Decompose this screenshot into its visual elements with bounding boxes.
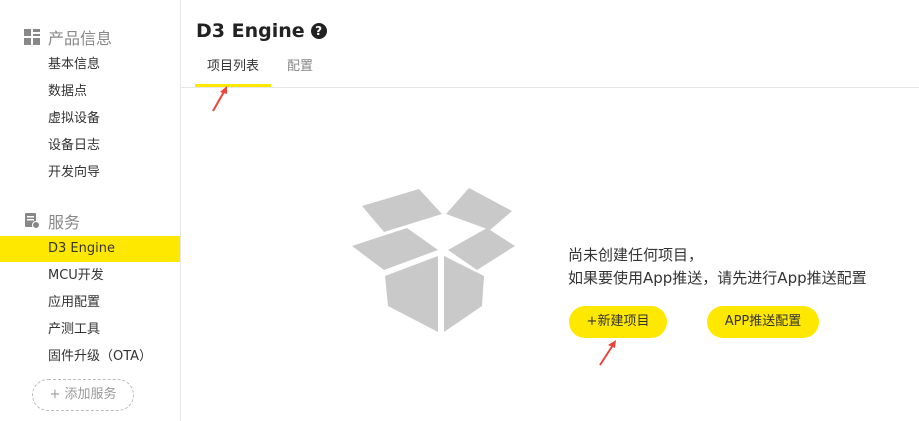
page-title-wrap: D3 Engine ? xyxy=(196,20,327,42)
empty-box-icon xyxy=(352,188,515,332)
section-title: 服务 xyxy=(48,213,81,232)
annotation-arrow-icon xyxy=(599,340,616,366)
grid-icon xyxy=(24,29,40,45)
section-title: 产品信息 xyxy=(48,29,113,48)
empty-message: 尚未创建任何项目， 如果要使用App推送，请先进行App推送配置 xyxy=(568,244,867,290)
tab-config[interactable]: 配置 xyxy=(280,52,320,87)
tab-project-list[interactable]: 项目列表 xyxy=(195,52,271,87)
empty-message-line1: 尚未创建任何项目， xyxy=(568,246,704,264)
sidebar-item-dev-guide[interactable]: 开发向导 xyxy=(0,160,180,186)
sidebar-item-d3-engine[interactable]: D3 Engine xyxy=(0,236,180,262)
page-title: D3 Engine xyxy=(196,20,305,42)
sidebar-item-mcu-dev[interactable]: MCU开发 xyxy=(0,263,180,289)
service-icon xyxy=(25,213,40,229)
section-product-info: 产品信息 xyxy=(24,25,112,49)
annotation-arrow-icon xyxy=(212,86,227,112)
new-project-button[interactable]: +新建项目 xyxy=(569,306,667,338)
sidebar-item-virtual-device[interactable]: 虚拟设备 xyxy=(0,106,180,132)
sidebar-item-app-config[interactable]: 应用配置 xyxy=(0,290,180,316)
empty-message-line2: 如果要使用App推送，请先进行App推送配置 xyxy=(568,269,867,287)
question-circle-icon[interactable]: ? xyxy=(310,23,327,39)
tab-bar: 项目列表 配置 xyxy=(180,52,919,88)
add-service-button[interactable]: + 添加服务 xyxy=(32,379,134,411)
section-services: 服务 xyxy=(24,209,80,233)
sidebar-item-ota[interactable]: 固件升级（OTA） xyxy=(0,344,180,370)
sidebar-item-datapoints[interactable]: 数据点 xyxy=(0,79,180,105)
sidebar-item-device-log[interactable]: 设备日志 xyxy=(0,133,180,159)
app-push-config-button[interactable]: APP推送配置 xyxy=(707,306,819,338)
sidebar-item-prod-test[interactable]: 产测工具 xyxy=(0,317,180,343)
sidebar: 产品信息 基本信息 数据点 虚拟设备 设备日志 开发向导 服务 D3 Engin… xyxy=(0,0,181,421)
sidebar-item-basic-info[interactable]: 基本信息 xyxy=(0,52,180,78)
